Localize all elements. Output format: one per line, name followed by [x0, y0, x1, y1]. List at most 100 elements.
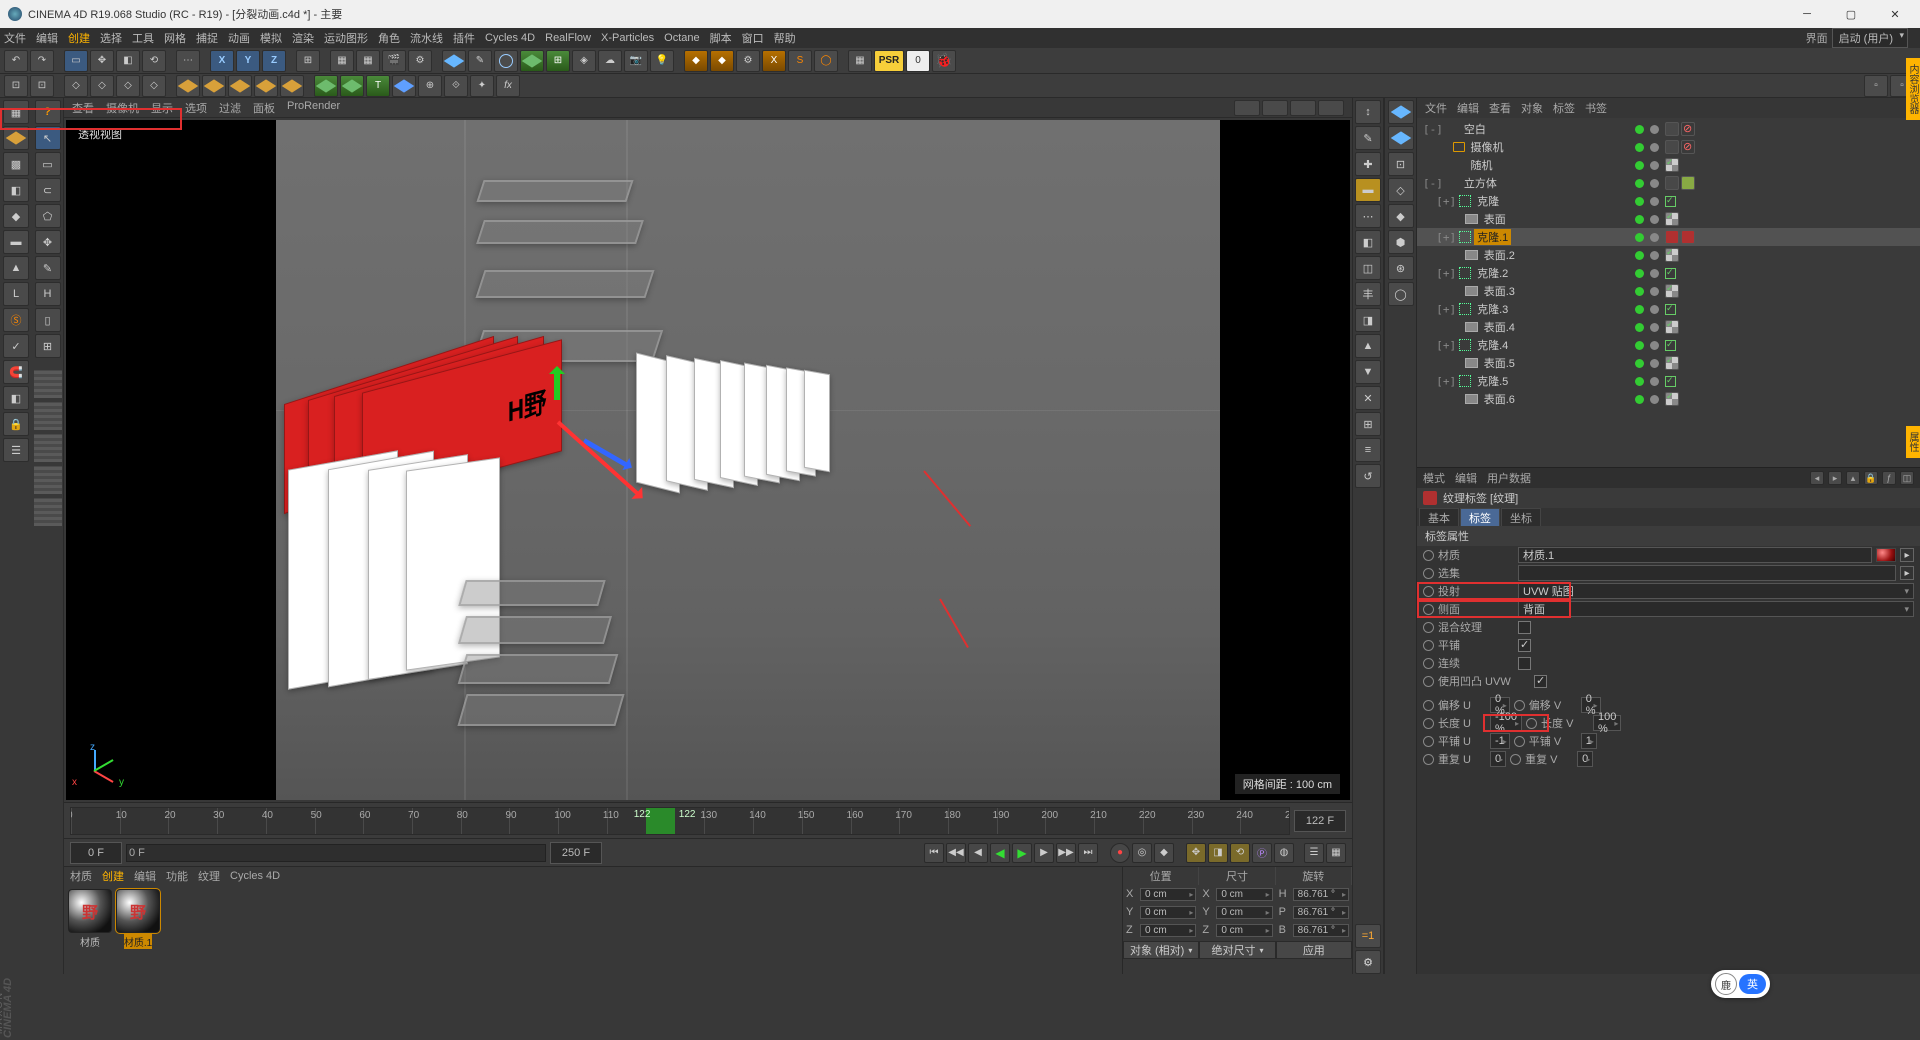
generator-array[interactable]: ⊞ — [546, 50, 570, 72]
bug-report[interactable]: 🐞 — [932, 50, 956, 72]
rp-a10[interactable]: ▲ — [1355, 334, 1381, 358]
attr-chk-uvw[interactable] — [1534, 675, 1547, 688]
right-mini-1[interactable]: ▫ — [1864, 75, 1888, 97]
obj-表面.5[interactable]: 表面.5 — [1417, 354, 1920, 372]
obj-表面[interactable]: 表面 — [1417, 210, 1920, 228]
prim-5[interactable] — [280, 75, 304, 97]
maximize-button[interactable]: ▢ — [1834, 4, 1868, 24]
rp-a12[interactable]: ✕ — [1355, 386, 1381, 410]
coord-system[interactable]: ⊞ — [296, 50, 320, 72]
menu-插件[interactable]: 插件 — [453, 30, 475, 46]
ad-ru[interactable] — [1423, 754, 1434, 765]
material-label-2[interactable]: 材质.1 — [124, 933, 152, 949]
lp-layers[interactable]: ☰ — [3, 438, 29, 462]
play-forward[interactable]: ▶ — [1012, 843, 1032, 863]
attr-dot-mix[interactable] — [1423, 622, 1434, 633]
kf-pos[interactable]: ✥ — [1186, 843, 1206, 863]
attr-v-sel[interactable] — [1518, 565, 1896, 581]
ad-lu[interactable] — [1423, 718, 1434, 729]
scale-tool[interactable]: ◧ — [116, 50, 140, 72]
deformer[interactable]: ◈ — [572, 50, 596, 72]
menu-Octane[interactable]: Octane — [664, 32, 699, 44]
kf-pla[interactable]: ◍ — [1274, 843, 1294, 863]
obj-克隆.3[interactable]: [+]克隆.3 — [1417, 300, 1920, 318]
side-tab-b[interactable]: 属性 — [1906, 426, 1920, 458]
attr-chk-cont[interactable] — [1518, 657, 1531, 670]
viewport-3d[interactable]: 透视视图 H野 — [66, 120, 1350, 800]
xp-settings[interactable]: ⚙ — [736, 50, 760, 72]
current-frame[interactable]: 122 F — [1294, 810, 1346, 832]
sel-filter-1[interactable]: ⊡ — [4, 75, 28, 97]
menu-脚本[interactable]: 脚本 — [710, 30, 732, 46]
vp-tab-查看[interactable]: 查看 — [72, 100, 94, 116]
rp-b3[interactable]: ⊡ — [1388, 152, 1414, 176]
coord-apply[interactable]: 应用 — [1276, 941, 1352, 959]
rp-a3[interactable]: ✚ — [1355, 152, 1381, 176]
lp-edge[interactable]: ▬ — [3, 230, 29, 254]
cluster-b[interactable]: ◇ — [90, 75, 114, 97]
pos-Y[interactable]: 0 cm — [1140, 906, 1196, 919]
attr-v-proj[interactable]: UVW 贴图 — [1518, 583, 1914, 599]
prim-4[interactable] — [254, 75, 278, 97]
lp-texture[interactable]: ▩ — [3, 152, 29, 176]
ad-tu[interactable] — [1423, 736, 1434, 747]
menu-窗口[interactable]: 窗口 — [742, 30, 764, 46]
obj-克隆.5[interactable]: [+]克隆.5 — [1417, 372, 1920, 390]
obj-克隆.1[interactable]: [+]克隆.1 — [1417, 228, 1920, 246]
rp-a4[interactable]: ▬ — [1355, 178, 1381, 202]
extra2[interactable]: ▯ — [35, 308, 61, 332]
redo-button[interactable]: ↷ — [30, 50, 54, 72]
obj-摄像机[interactable]: 摄像机 — [1417, 138, 1920, 156]
cluster-c[interactable]: ◇ — [116, 75, 140, 97]
objtab-查看[interactable]: 查看 — [1489, 100, 1511, 116]
obj-随机[interactable]: 随机 — [1417, 156, 1920, 174]
render-picture[interactable]: 🎬 — [382, 50, 406, 72]
size-Z[interactable]: 0 cm — [1216, 924, 1272, 937]
rp-b5[interactable]: ◆ — [1388, 204, 1414, 228]
obj-表面.2[interactable]: 表面.2 — [1417, 246, 1920, 264]
timeline-btn2[interactable]: ▦ — [1326, 843, 1346, 863]
range-slider[interactable]: 0 F — [126, 844, 546, 862]
lp-snap-toggle[interactable]: Ⓢ — [3, 308, 29, 332]
rp-b8[interactable]: ◯ — [1388, 282, 1414, 306]
rp-b2[interactable] — [1388, 126, 1414, 150]
sel-poly[interactable]: ⬠ — [35, 204, 61, 228]
timeline-ruler[interactable]: 0102030405060708090100110120130140150160… — [70, 807, 1290, 835]
prim-2[interactable] — [202, 75, 226, 97]
lp-workplane[interactable]: ◧ — [3, 178, 29, 202]
cluster-d[interactable]: ◇ — [142, 75, 166, 97]
attrbar-编辑[interactable]: 编辑 — [1455, 470, 1477, 486]
psr-button[interactable]: PSR — [874, 50, 904, 72]
obj-表面.6[interactable]: 表面.6 — [1417, 390, 1920, 408]
z-lock[interactable]: Z — [262, 50, 286, 72]
ad-ov[interactable] — [1514, 700, 1525, 711]
attr-v-side[interactable]: 背面 — [1518, 601, 1914, 617]
coord-mode-size[interactable]: 绝对尺寸 — [1199, 941, 1275, 959]
lp-poly[interactable]: ▲ — [3, 256, 29, 280]
extra3[interactable]: ⊞ — [35, 334, 61, 358]
next-frame[interactable]: ▶ — [1034, 843, 1054, 863]
menu-渲染[interactable]: 渲染 — [292, 30, 314, 46]
obj-空白[interactable]: [-]空白 — [1417, 120, 1920, 138]
menu-RealFlow[interactable]: RealFlow — [545, 32, 591, 44]
vp-tab-面板[interactable]: 面板 — [253, 100, 275, 116]
obj-克隆.2[interactable]: [+]克隆.2 — [1417, 264, 1920, 282]
av-rv[interactable]: 0 — [1577, 751, 1593, 767]
kf-rot[interactable]: ⟲ — [1230, 843, 1250, 863]
objtab-对象[interactable]: 对象 — [1521, 100, 1543, 116]
gizmo-y[interactable] — [554, 370, 560, 400]
keyframe-sel[interactable]: ◆ — [1154, 843, 1174, 863]
xp-btn2[interactable]: ◆ — [710, 50, 734, 72]
gen-6[interactable]: ⟐ — [444, 75, 468, 97]
undo-button[interactable]: ↶ — [4, 50, 28, 72]
objtab-书签[interactable]: 书签 — [1585, 100, 1607, 116]
octane-ring[interactable]: ◯ — [814, 50, 838, 72]
rp-a14[interactable]: ≡ — [1355, 438, 1381, 462]
menu-创建[interactable]: 创建 — [68, 30, 90, 46]
attr-mat-thumb[interactable] — [1876, 548, 1896, 562]
sel-lasso[interactable]: ⊂ — [35, 178, 61, 202]
menu-帮助[interactable]: 帮助 — [774, 30, 796, 46]
rot-H[interactable]: 86.761 ° — [1293, 888, 1349, 901]
material-label-1[interactable]: 材质 — [80, 933, 100, 949]
size-Y[interactable]: 0 cm — [1216, 906, 1272, 919]
